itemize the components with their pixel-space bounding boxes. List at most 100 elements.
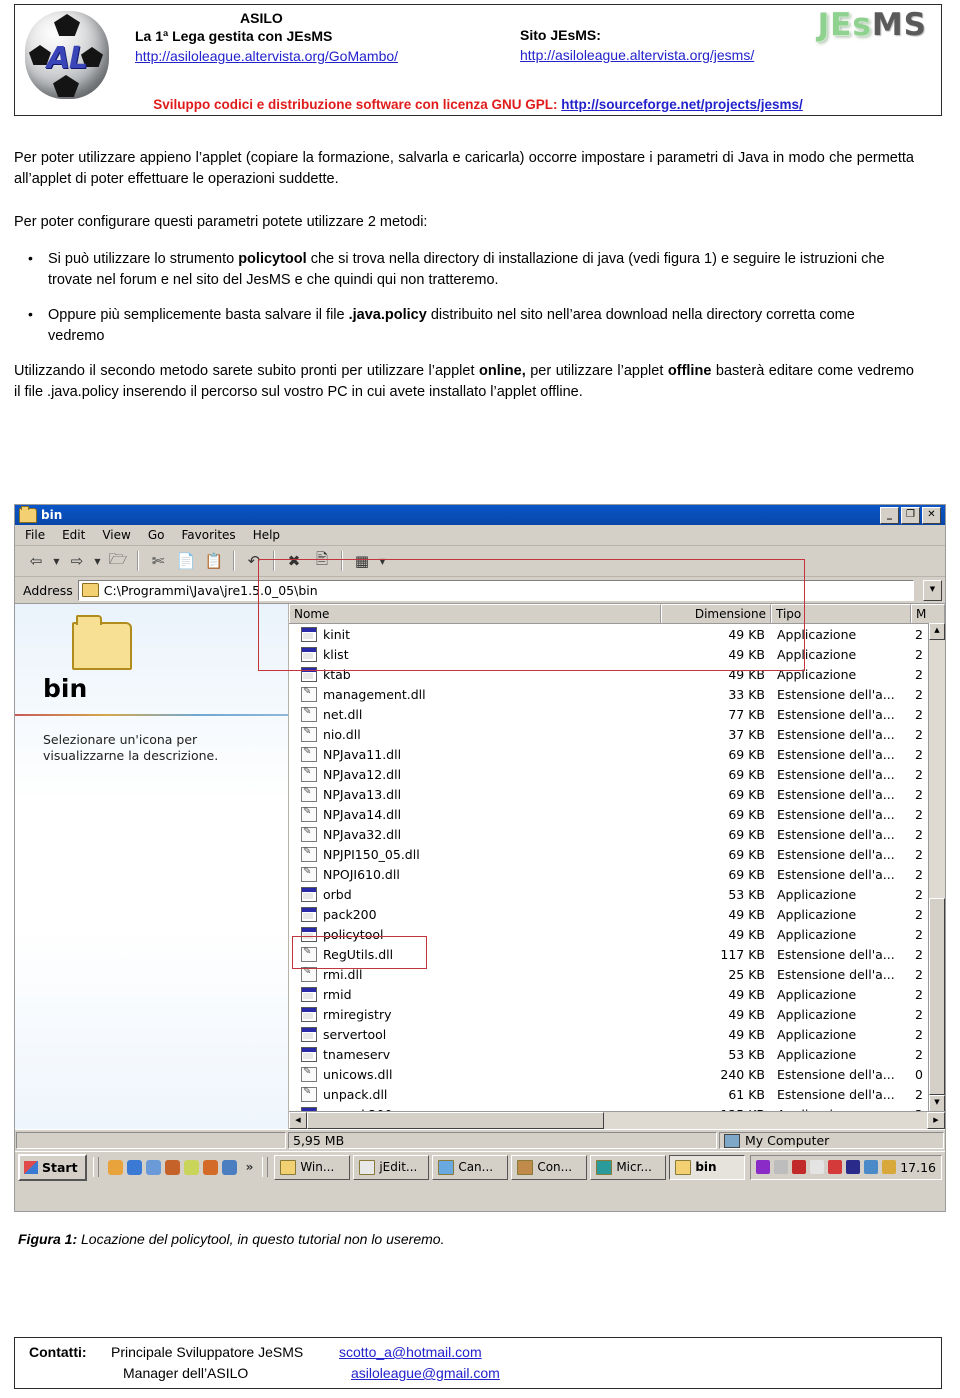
vertical-scrollbar[interactable]: ▲ ▼ bbox=[928, 623, 945, 1112]
column-header-name[interactable]: Nome bbox=[289, 604, 661, 623]
menu-view[interactable]: View bbox=[102, 528, 130, 542]
scroll-up-button[interactable]: ▲ bbox=[929, 623, 945, 640]
cell-name[interactable]: NPJava14.dll bbox=[289, 806, 661, 822]
contact-email-developer[interactable]: scotto_a@hotmail.com bbox=[339, 1342, 482, 1363]
table-row[interactable]: policytool 49 KB Applicazione 2 bbox=[289, 924, 945, 944]
horizontal-scrollbar[interactable]: ◀ ▶ bbox=[289, 1111, 945, 1129]
jesms-site-link[interactable]: http://asiloleague.altervista.org/jesms/ bbox=[520, 47, 754, 63]
back-dropdown-icon[interactable]: ▼ bbox=[51, 557, 62, 566]
display-icon[interactable] bbox=[846, 1160, 861, 1174]
table-row[interactable]: orbd 53 KB Applicazione 2 bbox=[289, 884, 945, 904]
copy-icon[interactable]: 📄 bbox=[173, 549, 199, 573]
table-row[interactable]: NPJPI150_05.dll 69 KB Estensione dell'a...… bbox=[289, 844, 945, 864]
taskbar-button[interactable]: bin bbox=[669, 1154, 746, 1180]
ie-icon[interactable] bbox=[107, 1159, 123, 1175]
table-row[interactable]: NPOJI610.dll69 KBEstensione dell'a...2 bbox=[289, 864, 945, 884]
table-row[interactable]: ktab 49 KB Applicazione 2 bbox=[289, 664, 945, 684]
cell-name[interactable]: management.dll bbox=[289, 686, 661, 702]
minimize-button[interactable]: _ bbox=[880, 506, 899, 524]
cell-name[interactable]: NPJPI150_05.dll bbox=[289, 846, 661, 862]
cell-name[interactable]: nio.dll bbox=[289, 726, 661, 742]
table-row[interactable]: rmi.dll25 KBEstensione dell'a...2 bbox=[289, 964, 945, 984]
cell-name[interactable]: net.dll bbox=[289, 706, 661, 722]
cell-name[interactable]: unpack.dll bbox=[289, 1086, 661, 1102]
column-header-size[interactable]: Dimensione bbox=[661, 604, 771, 623]
address-dropdown-icon[interactable]: ▼ bbox=[923, 579, 942, 601]
column-header-type[interactable]: Tipo bbox=[771, 604, 911, 623]
mouse-icon[interactable] bbox=[810, 1160, 825, 1174]
table-row[interactable]: NPJava14.dll69 KBEstensione dell'a...2 bbox=[289, 804, 945, 824]
horizontal-scroll-thumb[interactable] bbox=[307, 1112, 604, 1129]
taskbar-button[interactable]: Can... bbox=[432, 1154, 509, 1180]
menu-help[interactable]: Help bbox=[253, 528, 280, 542]
taskbar-button[interactable]: Micr... bbox=[590, 1154, 667, 1180]
delete-x-icon[interactable]: ✖ bbox=[281, 549, 307, 573]
scroll-left-button[interactable]: ◀ bbox=[289, 1112, 307, 1129]
table-row[interactable]: nio.dll37 KBEstensione dell'a...2 bbox=[289, 724, 945, 744]
cell-name[interactable]: RegUtils.dll bbox=[289, 946, 661, 962]
netmeeting-icon[interactable] bbox=[221, 1159, 237, 1175]
cell-name[interactable]: ktab bbox=[289, 666, 661, 682]
taskbar-button[interactable]: Con... bbox=[511, 1154, 588, 1180]
forward-dropdown-icon[interactable]: ▼ bbox=[92, 557, 103, 566]
cell-name[interactable]: rmid bbox=[289, 986, 661, 1002]
table-row[interactable]: NPJava12.dll69 KBEstensione dell'a...2 bbox=[289, 764, 945, 784]
cell-name[interactable]: policytool bbox=[289, 926, 661, 942]
table-row[interactable]: NPJava13.dll69 KBEstensione dell'a...2 bbox=[289, 784, 945, 804]
table-row[interactable]: servertool 49 KB Applicazione 2 bbox=[289, 1024, 945, 1044]
table-row[interactable]: NPJava32.dll69 KBEstensione dell'a...2 bbox=[289, 824, 945, 844]
vertical-scroll-thumb[interactable] bbox=[929, 898, 945, 1095]
taskbar-button[interactable]: jEdit... bbox=[353, 1154, 430, 1180]
taskbar-button[interactable]: Win... bbox=[274, 1154, 351, 1180]
table-row[interactable]: rmiregistry 49 KB Applicazione 2 bbox=[289, 1004, 945, 1024]
cut-scissors-icon[interactable]: ✄ bbox=[145, 549, 171, 573]
table-row[interactable]: management.dll33 KBEstensione dell'a...2 bbox=[289, 684, 945, 704]
taskbar-clock[interactable]: 17.16 bbox=[900, 1160, 936, 1175]
overflow-chevron-icon[interactable]: » bbox=[246, 1160, 254, 1174]
browser-icon[interactable] bbox=[126, 1159, 142, 1175]
table-row[interactable]: klist 49 KB Applicazione 2 bbox=[289, 644, 945, 664]
paste-icon[interactable]: 📋 bbox=[201, 549, 227, 573]
torch-icon[interactable] bbox=[164, 1159, 180, 1175]
address-input[interactable]: C:\Programmi\Java\jre1.5.0_05\bin bbox=[77, 579, 914, 601]
sourceforge-link[interactable]: http://sourceforge.net/projects/jesms/ bbox=[561, 97, 803, 112]
back-arrow-icon[interactable]: ⇦ bbox=[23, 549, 49, 573]
table-row[interactable]: unpack.dll61 KBEstensione dell'a...2 bbox=[289, 1084, 945, 1104]
cell-name[interactable]: NPJava32.dll bbox=[289, 826, 661, 842]
opera-icon[interactable] bbox=[202, 1159, 218, 1175]
menu-go[interactable]: Go bbox=[148, 528, 165, 542]
media-icon[interactable] bbox=[145, 1159, 161, 1175]
cell-name[interactable]: unicows.dll bbox=[289, 1066, 661, 1082]
cell-name[interactable]: servertool bbox=[289, 1026, 661, 1042]
scroll-right-button[interactable]: ▶ bbox=[927, 1112, 945, 1129]
cell-name[interactable]: orbd bbox=[289, 886, 661, 902]
volume-icon[interactable] bbox=[864, 1160, 879, 1174]
cell-name[interactable]: NPOJI610.dll bbox=[289, 866, 661, 882]
column-header-modified[interactable]: M bbox=[911, 604, 945, 623]
table-row[interactable]: tnameserv 53 KB Applicazione 2 bbox=[289, 1044, 945, 1064]
cell-name[interactable]: klist bbox=[289, 646, 661, 662]
gift-icon[interactable] bbox=[828, 1160, 843, 1174]
cell-name[interactable]: pack200 bbox=[289, 906, 661, 922]
table-row[interactable]: unicows.dll240 KBEstensione dell'a...0 bbox=[289, 1064, 945, 1084]
scroll-down-button[interactable]: ▼ bbox=[929, 1095, 945, 1112]
tasks-grip[interactable] bbox=[262, 1157, 269, 1177]
cell-name[interactable]: NPJava12.dll bbox=[289, 766, 661, 782]
up-folder-icon[interactable]: 🗁 bbox=[105, 549, 131, 573]
menu-favorites[interactable]: Favorites bbox=[181, 528, 235, 542]
cell-name[interactable]: kinit bbox=[289, 626, 661, 642]
cell-name[interactable]: tnameserv bbox=[289, 1046, 661, 1062]
antivirus-icon[interactable] bbox=[792, 1160, 807, 1174]
table-row[interactable]: net.dll77 KBEstensione dell'a...2 bbox=[289, 704, 945, 724]
toolbar-grip[interactable] bbox=[92, 1157, 99, 1177]
table-row[interactable]: rmid 49 KB Applicazione 2 bbox=[289, 984, 945, 1004]
java-coffee-icon[interactable] bbox=[882, 1160, 897, 1174]
table-row[interactable]: kinit 49 KB Applicazione 2 bbox=[289, 624, 945, 644]
shield-icon[interactable] bbox=[756, 1160, 771, 1174]
cell-name[interactable]: rmi.dll bbox=[289, 966, 661, 982]
views-list-icon[interactable]: ▦ bbox=[349, 549, 375, 573]
table-row[interactable]: NPJava11.dll69 KBEstensione dell'a...2 bbox=[289, 744, 945, 764]
cell-name[interactable]: NPJava13.dll bbox=[289, 786, 661, 802]
notes-icon[interactable] bbox=[183, 1159, 199, 1175]
forward-arrow-icon[interactable]: ⇨ bbox=[64, 549, 90, 573]
